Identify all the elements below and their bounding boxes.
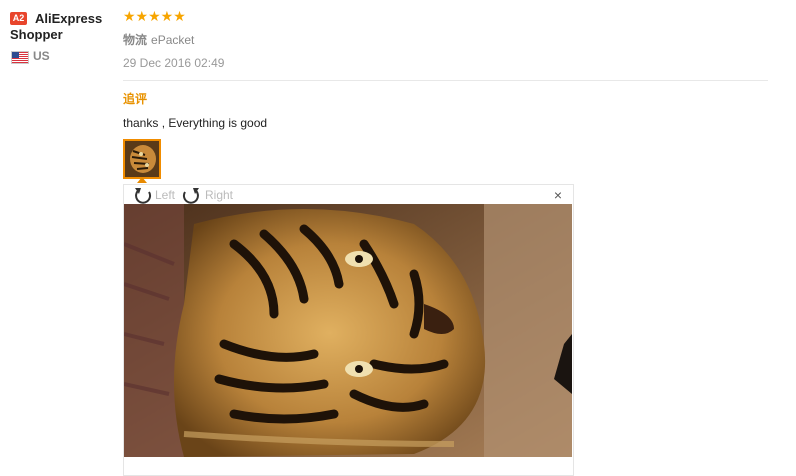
rotate-left-icon (135, 188, 152, 204)
reviewer-name[interactable]: AliExpress Shopper (10, 11, 120, 43)
review-date: 29 Dec 2016 02:49 (123, 56, 225, 70)
rotate-left-label[interactable]: Left (155, 188, 175, 202)
star-rating: ★★★★★ (123, 8, 186, 24)
additional-feedback-title: 追评 (123, 92, 148, 106)
us-flag-icon (11, 51, 29, 64)
rotate-right-button[interactable]: Right (181, 186, 233, 204)
rotate-right-icon (182, 188, 199, 204)
rotate-right-label[interactable]: Right (205, 188, 233, 202)
review-comment: thanks , Everything is good (123, 116, 268, 130)
logistics-info: 物流 ePacket (123, 31, 194, 48)
thumbnail-pointer (137, 177, 147, 183)
review-photo (124, 204, 572, 457)
divider (123, 80, 768, 81)
rotate-left-button[interactable]: Left (133, 186, 175, 204)
close-icon[interactable]: × (554, 188, 562, 202)
photo-thumbnail[interactable] (123, 139, 161, 179)
star-rating-text: ★★★★★ (123, 8, 186, 24)
reviewer-name-text[interactable]: AliExpress Shopper (10, 11, 102, 42)
logistics-label: 物流 (123, 33, 148, 47)
photo-viewer-toolbar: Left Right × (123, 184, 572, 204)
reviewer-country: US (33, 49, 50, 63)
logistics-value: ePacket (151, 33, 195, 47)
